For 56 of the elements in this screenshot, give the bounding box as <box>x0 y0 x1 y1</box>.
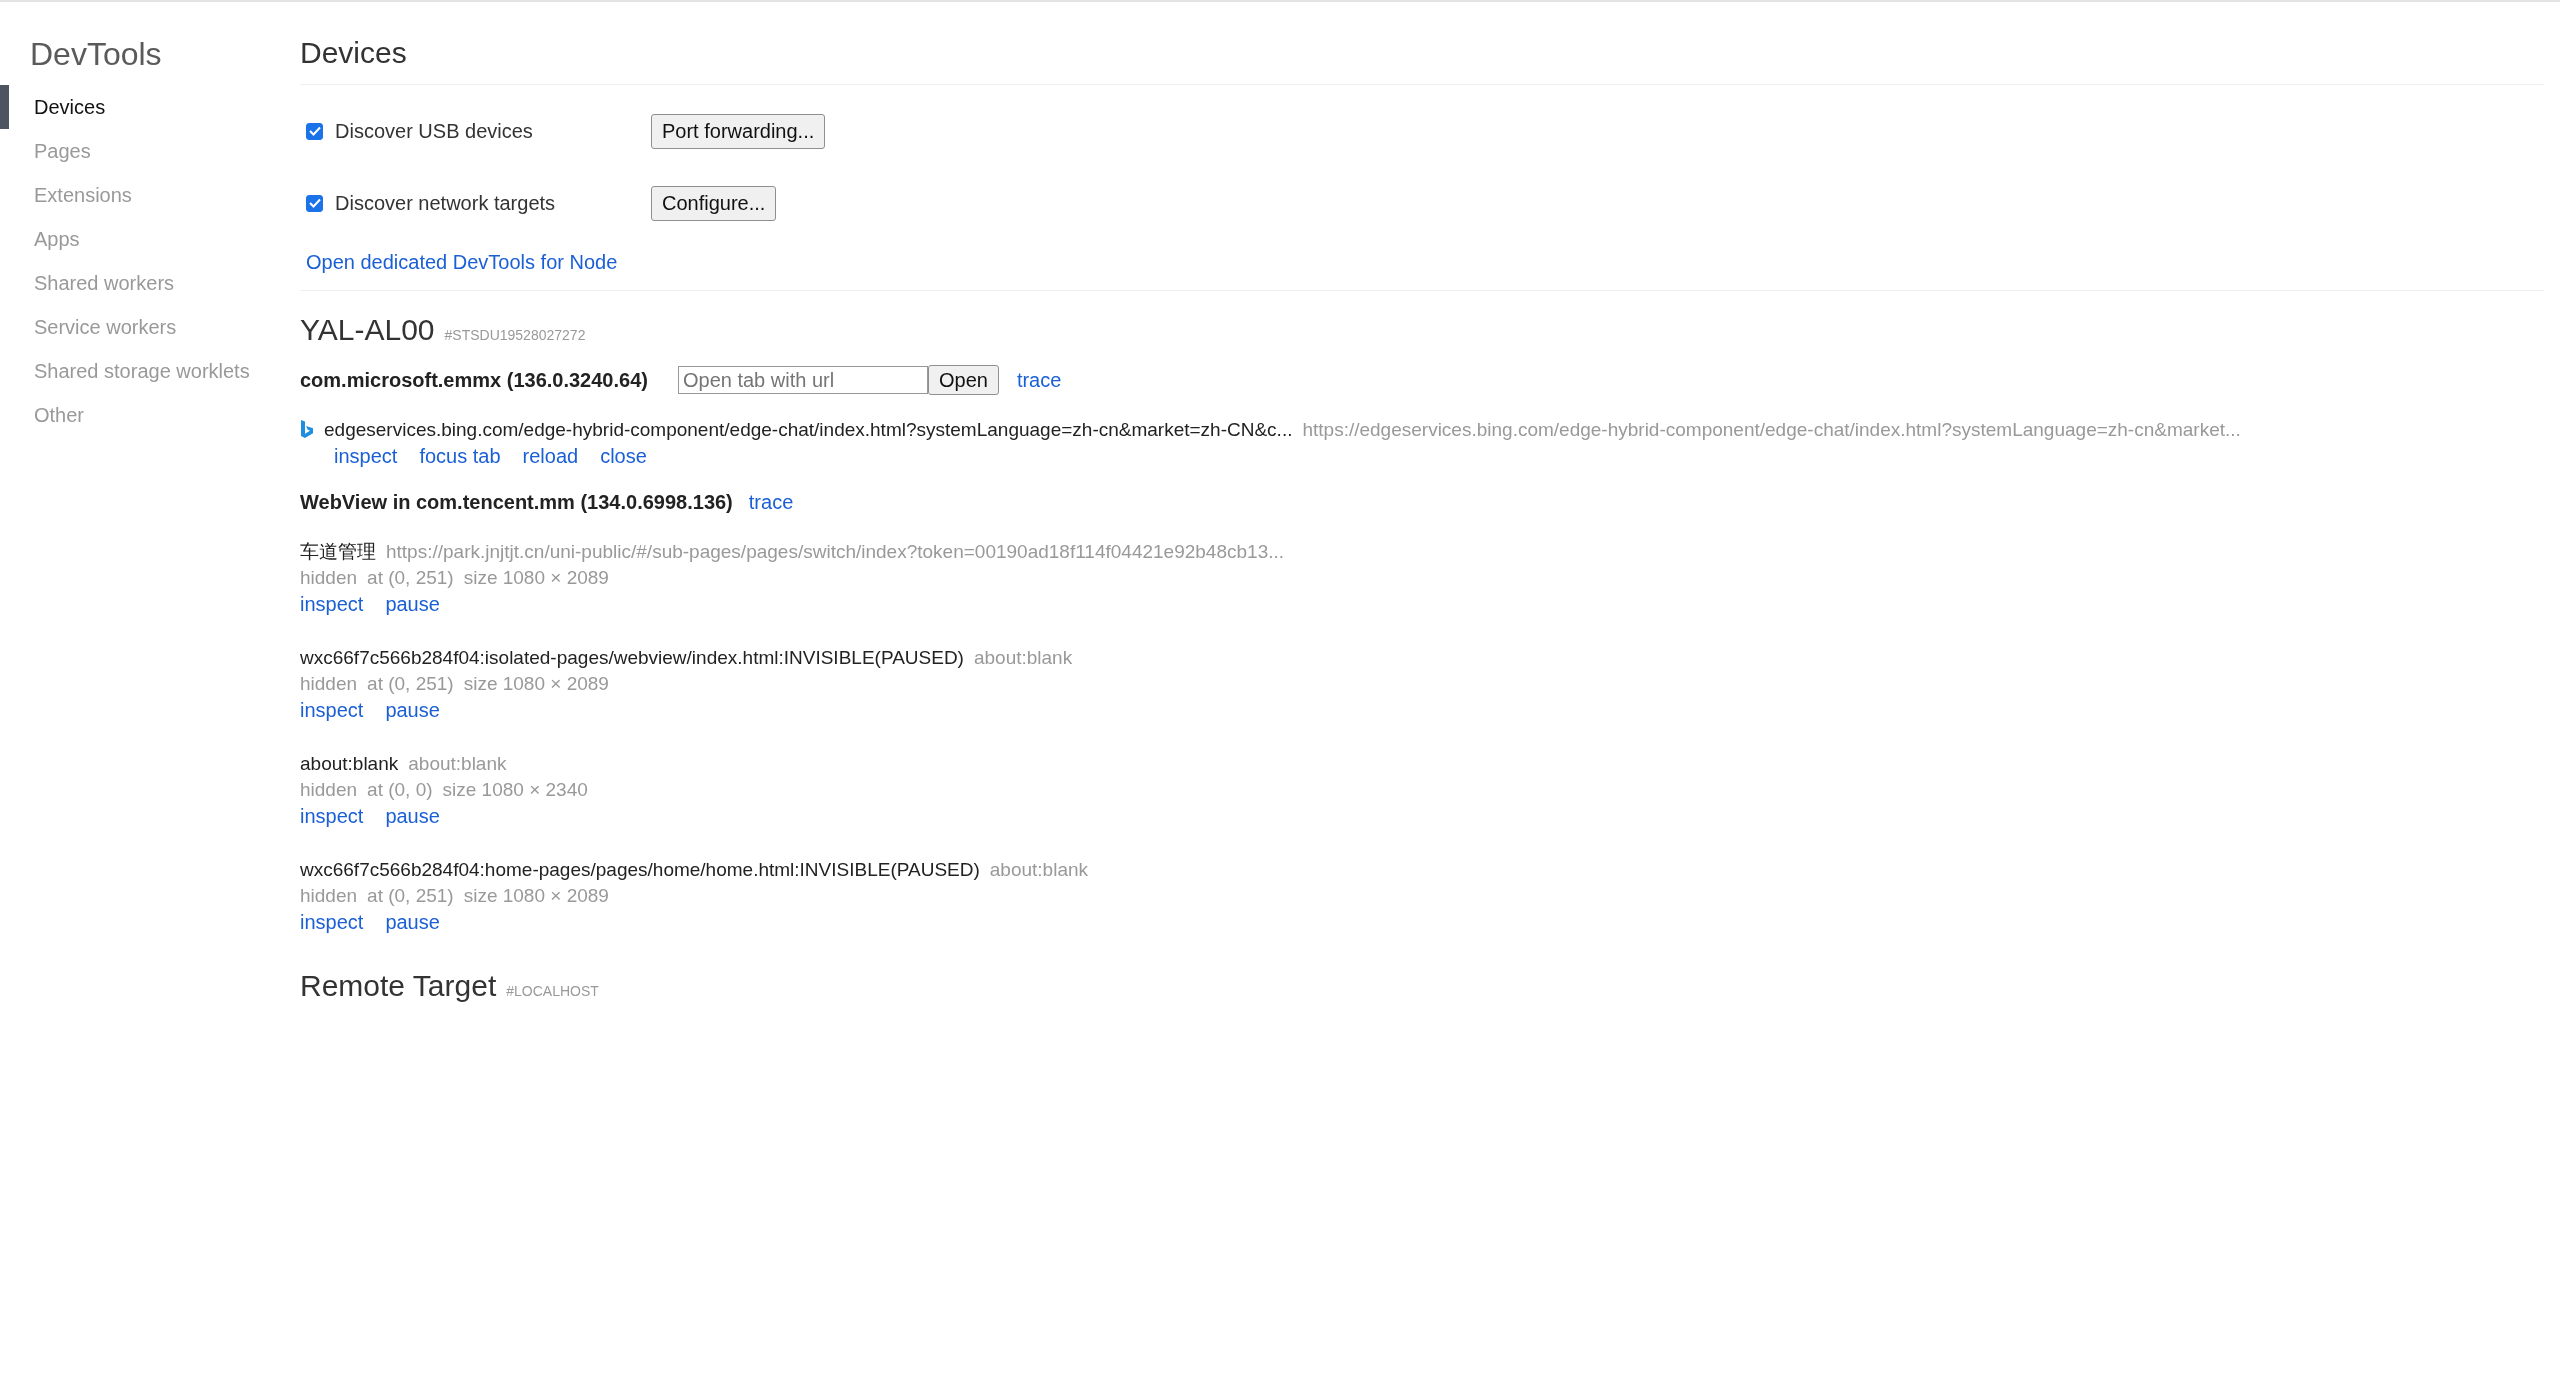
page-position: at (0, 251) <box>367 567 454 589</box>
page-action-link[interactable]: pause <box>385 910 440 934</box>
device-serial: #LOCALHOST <box>506 983 599 999</box>
browser-name: WebView in com.tencent.mm (134.0.6998.136) <box>300 490 733 514</box>
trace-link[interactable]: trace <box>748 490 794 514</box>
page-position: at (0, 251) <box>367 673 454 695</box>
device-serial: #STSDU19528027272 <box>444 327 586 343</box>
page-title: about:blank <box>300 753 399 775</box>
page-size: size 1080 × 2089 <box>463 885 609 907</box>
device-name: Remote Target <box>300 969 497 1003</box>
page-action-link[interactable]: reload <box>522 444 579 468</box>
page-title: wxc66f7c566b284f04:isolated-pages/webview/index.html:INVISIBLE(PAUSED) <box>300 647 964 669</box>
page-url: about:blank <box>408 753 507 775</box>
page-action-link[interactable]: inspect <box>300 592 364 616</box>
page-action-link[interactable]: inspect <box>300 910 364 934</box>
page-position: at (0, 251) <box>367 885 454 907</box>
sidebar-title: DevTools <box>30 36 163 73</box>
page-status: hidden <box>300 779 358 801</box>
page-action-link[interactable]: inspect <box>300 698 364 722</box>
open-button[interactable]: Open <box>927 365 999 395</box>
checkbox-label: Discover network targets <box>335 191 557 215</box>
page-action-link[interactable]: inspect <box>300 804 364 828</box>
open-tab-url-field[interactable]: Open tab with url <box>677 366 928 394</box>
node-devtools-link[interactable]: Open dedicated DevTools for Node <box>306 251 618 273</box>
page-title: Devices <box>300 36 2544 85</box>
page-url: https://park.jnjtjt.cn/uni-public/#/sub-pages/pages/switch/index?token=00190ad18f114f04421e92b48cb13... <box>386 541 1285 563</box>
page-action-link[interactable]: pause <box>385 592 440 616</box>
page-size: size 1080 × 2089 <box>463 673 609 695</box>
page-url: about:blank <box>989 859 1089 881</box>
page-action-link[interactable]: close <box>600 444 647 468</box>
checkbox[interactable] <box>306 194 323 212</box>
page-action-link[interactable]: focus tab <box>419 444 501 468</box>
page-url: https://edgeservices.bing.com/edge-hybrid-component/edge-chat/index.html?systemLanguage=zh-cn&market... <box>1302 419 2241 441</box>
page-action-link[interactable]: pause <box>385 698 440 722</box>
checkbox-label: Discover USB devices <box>335 119 534 143</box>
page-status: hidden <box>300 885 358 907</box>
sidebar-item[interactable]: Service workers <box>0 305 300 349</box>
checkbox[interactable] <box>306 122 323 140</box>
trace-link[interactable]: trace <box>1016 368 1062 392</box>
browser-name: com.microsoft.emmx (136.0.3240.64) <box>300 368 648 392</box>
page-title: wxc66f7c566b284f04:home-pages/pages/home/home.html:INVISIBLE(PAUSED) <box>300 859 980 881</box>
option-button[interactable]: Configure... <box>651 185 777 221</box>
page-status: hidden <box>300 567 358 589</box>
page-url: about:blank <box>973 647 1073 669</box>
device-name: YAL-AL00 <box>300 313 435 347</box>
page-size: size 1080 × 2089 <box>463 567 609 589</box>
page-title: edgeservices.bing.com/edge-hybrid-component/edge-chat/index.html?systemLanguage=zh-cn&market=zh-CN&c... <box>324 419 1293 441</box>
sidebar-item[interactable]: Devices <box>0 85 300 129</box>
bing-logo-icon <box>300 420 314 440</box>
page-title: 车道管理 <box>300 540 376 564</box>
page-status: hidden <box>300 673 358 695</box>
page-size: size 1080 × 2340 <box>442 779 588 801</box>
page-action-link[interactable]: pause <box>385 804 440 828</box>
page-action-link[interactable]: inspect <box>334 444 398 468</box>
page-position: at (0, 0) <box>367 779 433 801</box>
option-button[interactable]: Port forwarding... <box>651 113 826 149</box>
